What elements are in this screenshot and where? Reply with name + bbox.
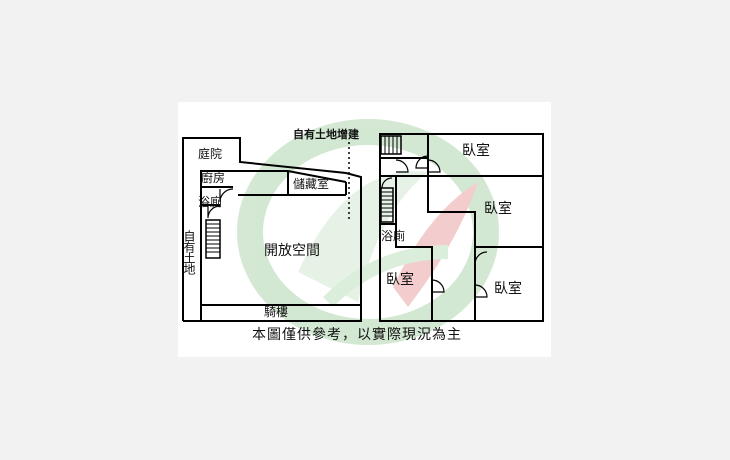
room-label-bedroom-bottom-right: 臥室 <box>494 281 522 297</box>
room-label-bedroom-bottom-left: 臥室 <box>386 272 414 288</box>
room-label-own-land-extension: 自有土地增建 <box>293 128 359 141</box>
watermark-logo <box>237 119 499 345</box>
room-label-own-land: 自有土地 <box>182 230 196 274</box>
room-label-courtyard: 庭院 <box>198 147 223 161</box>
room-label-open-space: 開放空間 <box>264 243 320 259</box>
floor-plan-card: 庭院 自有土地增建 廚房 儲藏室 浴廁 自有土地 開放空間 騎樓 臥室 臥室 浴… <box>178 102 551 357</box>
room-label-kitchen: 廚房 <box>201 171 226 185</box>
left-staircase <box>205 219 221 259</box>
room-label-arcade: 騎樓 <box>264 305 289 319</box>
room-label-bathroom-right: 浴廁 <box>381 229 406 243</box>
floor-plan-drawing <box>182 119 544 345</box>
room-label-bedroom-top: 臥室 <box>462 143 490 159</box>
disclaimer-caption: 本圖僅供參考，以實際現況為主 <box>252 327 462 343</box>
room-label-bathroom-left: 浴廁 <box>198 195 223 209</box>
room-label-storage-room: 儲藏室 <box>293 177 330 191</box>
room-label-bedroom-mid: 臥室 <box>484 201 512 217</box>
